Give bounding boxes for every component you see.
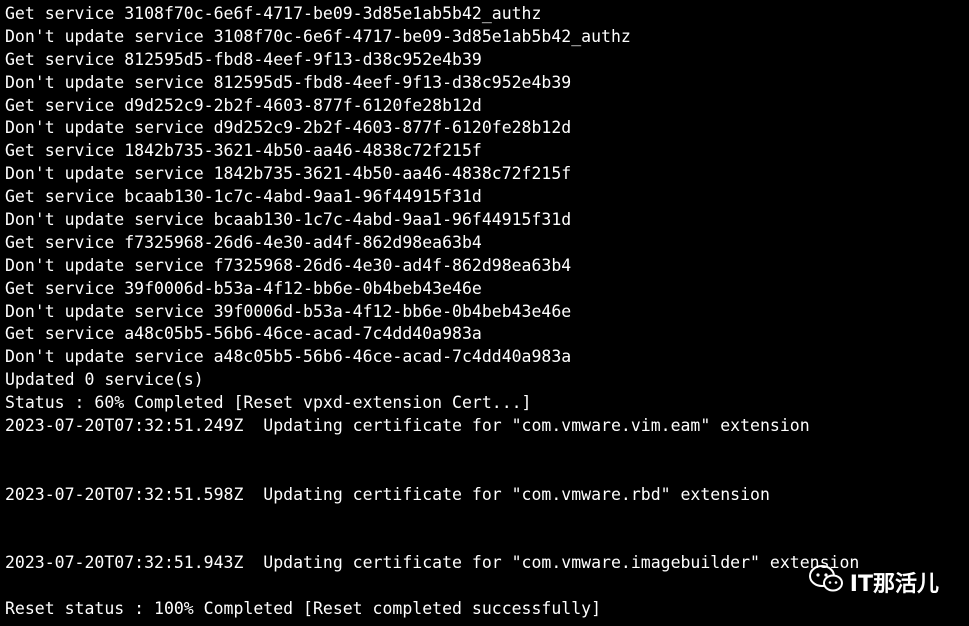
terminal-line: Get service f7325968-26d6-4e30-ad4f-862d…: [5, 232, 482, 252]
terminal-line: Get service bcaab130-1c7c-4abd-9aa1-96f4…: [5, 187, 482, 207]
terminal-line: Don't update service a48c05b5-56b6-46ce-…: [5, 347, 572, 367]
terminal-line: Get service a48c05b5-56b6-46ce-acad-7c4d…: [5, 324, 482, 344]
terminal-line: Don't update service 812595d5-fbd8-4eef-…: [5, 72, 572, 92]
terminal-line: Get service 812595d5-fbd8-4eef-9f13-d38c…: [5, 49, 482, 69]
terminal-line: Don't update service d9d252c9-2b2f-4603-…: [5, 118, 572, 138]
terminal-line: Reset status : 100% Completed [Reset com…: [5, 599, 602, 619]
terminal-line: Don't update service 1842b735-3621-4b50-…: [5, 164, 572, 184]
watermark: IT那活儿: [808, 564, 939, 599]
terminal-line: 2023-07-20T07:32:51.598Z Updating certif…: [5, 484, 770, 504]
terminal-line: Don't update service 3108f70c-6e6f-4717-…: [5, 26, 631, 46]
terminal-line: Don't update service f7325968-26d6-4e30-…: [5, 255, 572, 275]
terminal-line: Get service 39f0006d-b53a-4f12-bb6e-0b4b…: [5, 278, 482, 298]
terminal-line: Don't update service bcaab130-1c7c-4abd-…: [5, 210, 572, 230]
terminal-line: Get service 1842b735-3621-4b50-aa46-4838…: [5, 141, 482, 161]
terminal-line: Get service 3108f70c-6e6f-4717-be09-3d85…: [5, 4, 542, 23]
wechat-icon: [808, 564, 844, 599]
terminal-line: 2023-07-20T07:32:51.249Z Updating certif…: [5, 416, 810, 436]
terminal-line: Status : 60% Completed [Reset vpxd-exten…: [5, 393, 532, 413]
terminal-output: Get service 3108f70c-6e6f-4717-be09-3d85…: [5, 3, 969, 626]
terminal-line: Updated 0 service(s): [5, 370, 204, 390]
watermark-text: IT那活儿: [849, 571, 939, 597]
terminal-line: Get service d9d252c9-2b2f-4603-877f-6120…: [5, 95, 482, 115]
terminal-line: Don't update service 39f0006d-b53a-4f12-…: [5, 301, 572, 321]
